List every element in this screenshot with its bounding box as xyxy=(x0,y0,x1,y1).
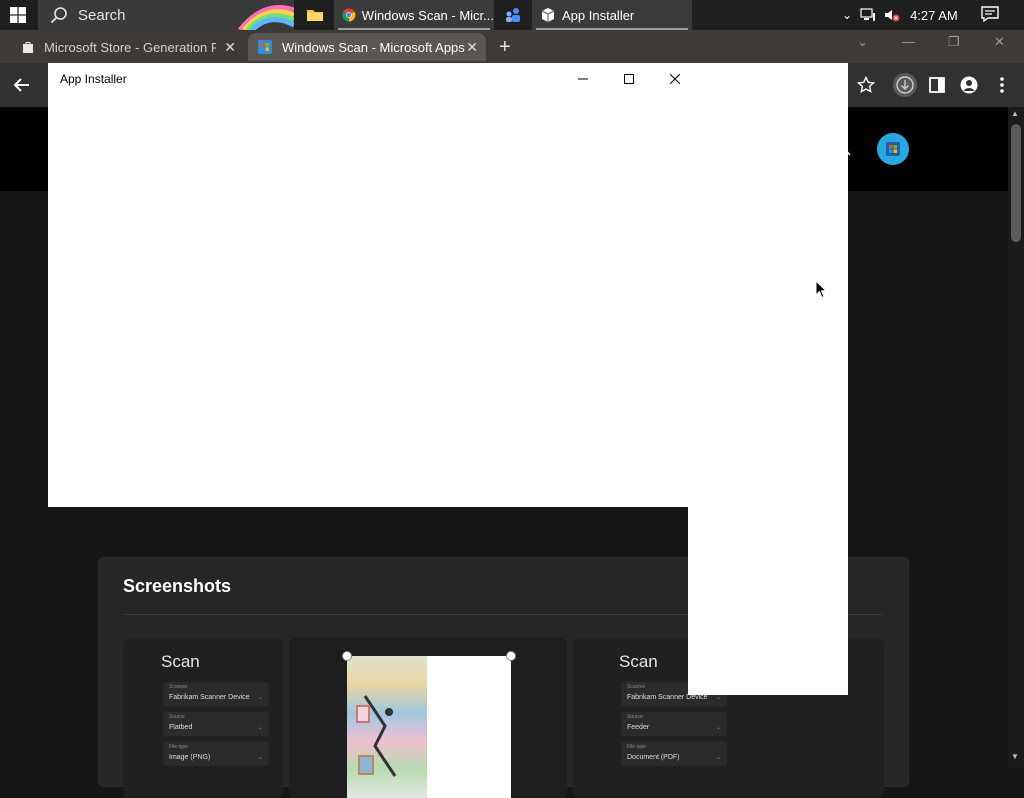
tab-windows-scan[interactable]: Windows Scan - Microsoft Apps ✕ xyxy=(248,33,486,61)
chevron-up-icon[interactable]: ⌄ xyxy=(842,8,852,22)
folder-icon xyxy=(307,10,323,21)
menu-dots-icon[interactable] xyxy=(998,76,1006,94)
store-logo-icon xyxy=(886,142,900,156)
tab-label: Microsoft Store - Generation Pro xyxy=(44,39,216,55)
close-tab-icon[interactable]: ✕ xyxy=(224,39,236,56)
minimize-button[interactable] xyxy=(568,69,598,89)
new-tab-button[interactable]: + xyxy=(499,36,511,59)
maximize-icon xyxy=(624,74,634,84)
chrome-icon xyxy=(342,8,356,22)
screenshot-field: Scanner Fabrikam Scanner Device ⌄ xyxy=(163,682,269,706)
browser-restore-button[interactable]: ❐ xyxy=(948,34,960,50)
maximize-button[interactable] xyxy=(614,69,644,89)
minimize-icon xyxy=(578,78,588,80)
people-icon xyxy=(506,8,520,22)
crop-handle xyxy=(342,651,352,661)
side-panel-icon[interactable] xyxy=(929,77,945,93)
tab-microsoft-store[interactable]: Microsoft Store - Generation Pro ✕ xyxy=(12,33,244,61)
taskbar-app-installer[interactable]: App Installer xyxy=(532,0,692,30)
package-icon xyxy=(541,8,555,22)
taskbar-chrome-windows-scan[interactable]: Windows Scan - Micr... xyxy=(334,0,494,30)
screenshot-field: Source Feeder ⌄ xyxy=(621,712,727,736)
scrollbar-thumb[interactable] xyxy=(1011,124,1021,242)
window-title: App Installer xyxy=(60,72,127,86)
taskbar-clock[interactable]: 4:27 AM xyxy=(910,8,958,23)
start-button[interactable] xyxy=(0,0,36,30)
store-bag-icon xyxy=(23,42,33,53)
scanned-photo xyxy=(347,656,511,798)
search-highlight-image xyxy=(236,0,294,30)
mouse-cursor-icon xyxy=(815,280,827,299)
app-installer-window[interactable]: App Installer xyxy=(48,63,848,507)
scroll-down-arrow-icon[interactable]: ▼ xyxy=(1011,752,1019,761)
profile-icon[interactable] xyxy=(960,76,978,94)
taskbar-file-explorer[interactable] xyxy=(300,0,330,30)
search-icon xyxy=(50,7,67,24)
screenshot-thumbnail-2[interactable] xyxy=(289,638,567,798)
speaker-muted-icon[interactable] xyxy=(884,8,900,22)
scroll-up-arrow-icon[interactable]: ▲ xyxy=(1011,109,1019,118)
tab-label: Windows Scan - Microsoft Apps xyxy=(282,39,465,55)
screenshots-heading: Screenshots xyxy=(123,576,232,596)
tab-search-button[interactable]: ⌄ xyxy=(857,34,868,50)
search-placeholder: Search xyxy=(78,6,126,24)
action-center-button[interactable] xyxy=(980,5,1002,25)
system-tray: ⌄ 4:27 AM xyxy=(842,0,958,30)
screenshot-field: File type Document (PDF) ⌄ xyxy=(621,742,727,766)
screenshot-title: Scan xyxy=(161,652,200,671)
screenshot-field: Source Flatbed ⌄ xyxy=(163,712,269,736)
download-icon xyxy=(896,76,914,94)
back-arrow-icon[interactable] xyxy=(13,76,31,94)
downloads-button[interactable] xyxy=(893,73,917,97)
taskbar-app-label: Windows Scan - Micr... xyxy=(361,7,494,23)
crop-handle xyxy=(506,651,516,661)
store-logo-icon xyxy=(258,40,272,54)
browser-close-button[interactable]: ✕ xyxy=(994,34,1005,50)
windows-icon xyxy=(10,7,26,23)
close-tab-icon[interactable]: ✕ xyxy=(466,39,478,56)
taskbar-app-generic[interactable] xyxy=(498,0,528,30)
taskbar-app-label: App Installer xyxy=(562,7,635,23)
taskbar: Search Windows Scan - Micr... App Instal… xyxy=(0,0,1024,30)
screenshot-thumbnail-1[interactable]: Scan Scanner Fabrikam Scanner Device ⌄ Sou… xyxy=(123,638,283,798)
browser-minimize-button[interactable]: — xyxy=(902,34,915,49)
notification-icon xyxy=(981,6,999,23)
network-icon[interactable] xyxy=(860,8,876,22)
close-icon xyxy=(670,74,680,84)
screenshot-field: File type Image (PNG) ⌄ xyxy=(163,742,269,766)
account-avatar[interactable] xyxy=(877,133,909,165)
screenshot-title: Scan xyxy=(619,652,658,671)
bookmark-star-icon[interactable] xyxy=(857,76,875,94)
close-button[interactable] xyxy=(660,69,690,89)
